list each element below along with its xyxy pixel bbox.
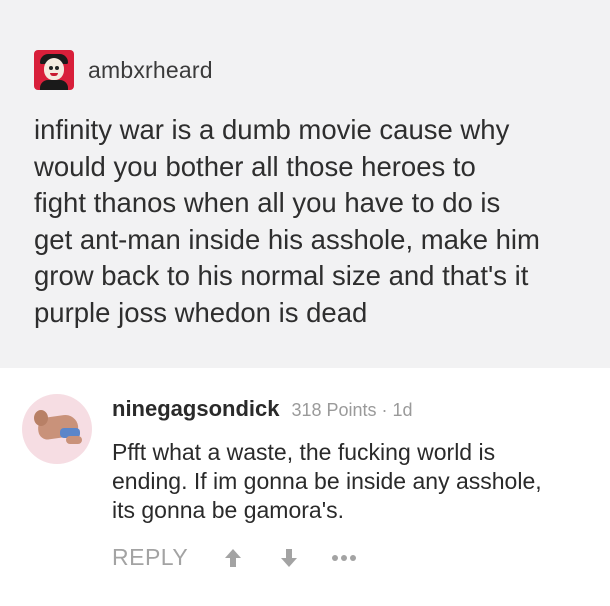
- post-text-line: grow back to his normal size and that's …: [34, 260, 529, 291]
- comment-actions: REPLY: [112, 544, 358, 571]
- user-avatar-icon[interactable]: [34, 50, 74, 90]
- post-username[interactable]: ambxrheard: [88, 57, 213, 84]
- more-dots-icon[interactable]: [330, 546, 358, 570]
- comment-text-line: Pfft what a waste, the fucking world is: [112, 439, 496, 465]
- comment-text-line: its gonna be gamora's.: [112, 497, 344, 523]
- post-text-line: would you bother all those heroes to: [34, 150, 476, 182]
- comment: ninegagsondick 318 Points · 1d Pfft what a…: [0, 368, 610, 606]
- comment-body-text: Pfft what a waste, the fucking world is …: [112, 438, 602, 525]
- comment-text-line: ending. If im gonna be inside any asshol…: [112, 468, 542, 494]
- comment-meta: 318 Points · 1d: [291, 400, 412, 421]
- post-text-line: infinity war is a dumb movie cause why: [34, 114, 510, 145]
- post-text-line: fight thanos when all you have to do is: [34, 187, 501, 218]
- comment-age: 1d: [392, 400, 413, 420]
- post-text-line: purple joss whedon is dead: [34, 296, 368, 328]
- reply-button[interactable]: REPLY: [112, 544, 188, 571]
- post-header: ambxrheard: [34, 50, 213, 90]
- user-avatar-icon[interactable]: [22, 394, 92, 464]
- post-text-line: get ant-man inside his asshole, make him: [34, 223, 540, 255]
- meta-separator: ·: [381, 400, 388, 420]
- arrow-down-icon[interactable]: [278, 546, 300, 570]
- tumblr-post: ambxrheard infinity war is a dumb movie …: [0, 0, 610, 368]
- comment-username[interactable]: ninegagsondick: [112, 396, 279, 422]
- comment-header: ninegagsondick 318 Points · 1d: [112, 396, 413, 422]
- arrow-up-icon[interactable]: [222, 546, 244, 570]
- post-body-text: infinity war is a dumb movie cause why w…: [34, 112, 594, 331]
- points-count: 318 Points: [291, 400, 377, 420]
